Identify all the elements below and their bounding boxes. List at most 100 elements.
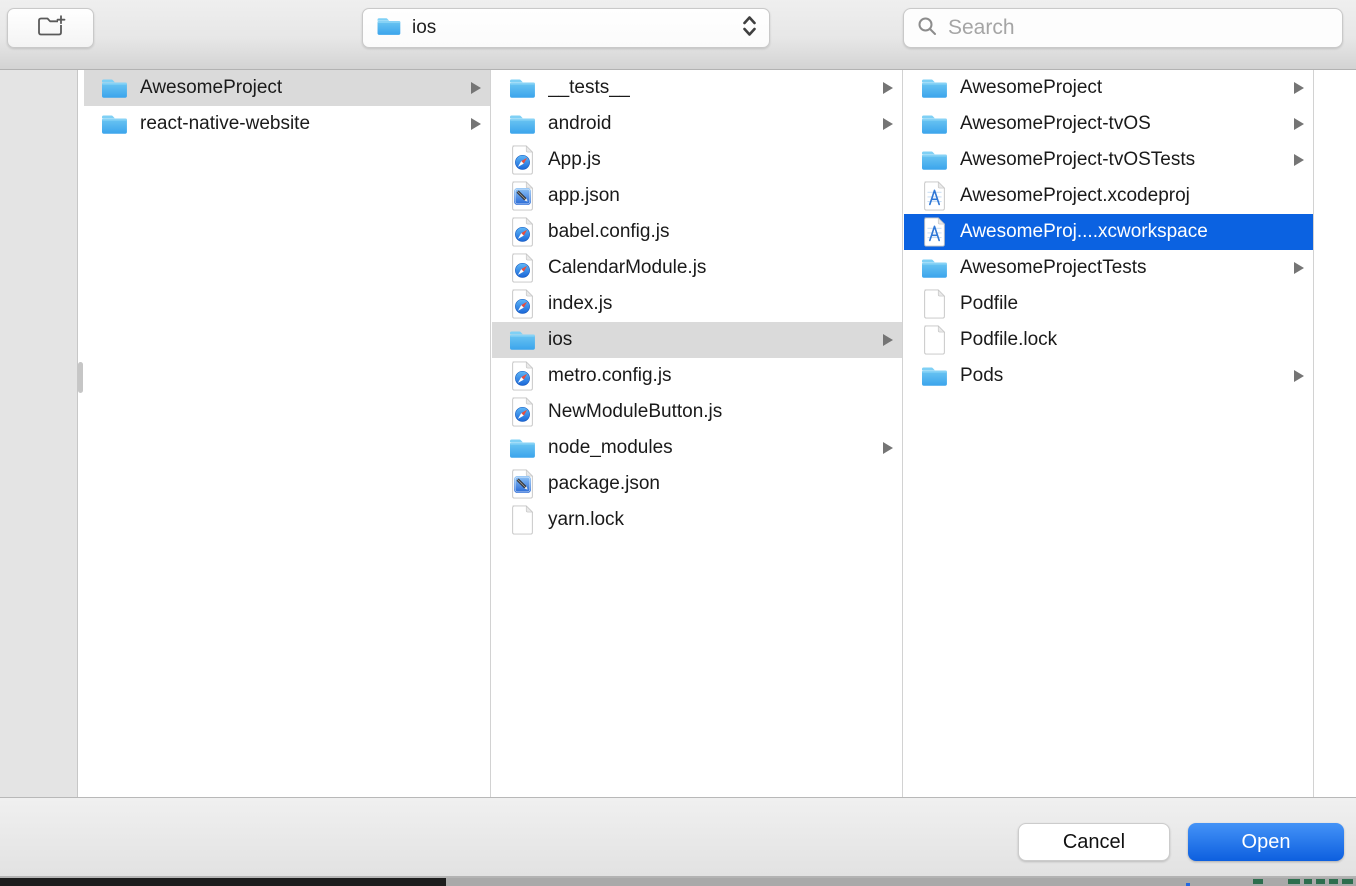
new-folder-button[interactable] [7,8,94,48]
dialog-footer: Cancel Open [0,797,1356,876]
folder-icon [507,72,537,104]
search-field[interactable] [903,8,1343,48]
js-icon [507,252,537,284]
file-name: node_modules [548,437,673,459]
file-name: app.json [548,185,620,207]
folder-icon [919,108,949,140]
search-icon [916,15,938,42]
file-name: package.json [548,473,660,495]
column-2: __tests__android App.js app.json babel.conf… [492,70,903,797]
disclosure-arrow-icon [883,118,893,130]
file-name: AwesomeProject [140,77,282,99]
js-icon [507,396,537,428]
folder-row[interactable]: __tests__ [492,70,902,106]
xcode-icon [919,180,949,212]
folder-icon [99,108,129,140]
xcode-icon [919,216,949,248]
file-row[interactable]: index.js [492,286,902,322]
file-row[interactable]: metro.config.js [492,358,902,394]
folder-icon [507,108,537,140]
disclosure-arrow-icon [471,82,481,94]
file-name: CalendarModule.js [548,257,706,279]
folder-row[interactable]: node_modules [492,430,902,466]
disclosure-arrow-icon [883,334,893,346]
dialog-toolbar: ios [0,0,1356,70]
json-icon [507,468,537,500]
column-3: AwesomeProject AwesomeProject-tvOS Awesome… [904,70,1314,797]
file-row[interactable]: Podfile [904,286,1313,322]
location-dropdown-value: ios [412,17,742,39]
file-name: AwesomeProj....xcworkspace [960,221,1208,243]
file-name: __tests__ [548,77,630,99]
folder-icon [375,15,402,42]
disclosure-arrow-icon [883,442,893,454]
disclosure-arrow-icon [1294,154,1304,166]
file-row[interactable]: babel.config.js [492,214,902,250]
doc-icon [507,504,537,536]
folder-icon [507,324,537,356]
folder-row[interactable]: AwesomeProject [904,70,1313,106]
folder-icon [919,72,949,104]
file-row[interactable]: app.json [492,178,902,214]
open-button[interactable]: Open [1188,823,1344,861]
js-icon [507,144,537,176]
file-name: AwesomeProjectTests [960,257,1147,279]
folder-icon [919,360,949,392]
folder-row[interactable]: AwesomeProject-tvOSTests [904,142,1313,178]
doc-icon [919,324,949,356]
cancel-button[interactable]: Cancel [1018,823,1170,861]
file-row[interactable]: AwesomeProject.xcodeproj [904,178,1313,214]
file-name: App.js [548,149,601,171]
file-row[interactable]: package.json [492,466,902,502]
disclosure-arrow-icon [883,82,893,94]
disclosure-arrow-icon [1294,82,1304,94]
folder-row[interactable]: Pods [904,358,1313,394]
file-name: Pods [960,365,1003,387]
file-name: Podfile.lock [960,329,1057,351]
scrollbar-thumb[interactable] [78,362,83,393]
file-name: ios [548,329,572,351]
file-row[interactable]: CalendarModule.js [492,250,902,286]
js-icon [507,288,537,320]
file-row[interactable]: AwesomeProj....xcworkspace [904,214,1313,250]
background-window-strip [0,878,1356,886]
js-icon [507,216,537,248]
doc-icon [919,288,949,320]
file-name: Podfile [960,293,1018,315]
file-name: index.js [548,293,612,315]
sidebar-remnant [0,70,78,797]
folder-row[interactable]: AwesomeProjectTests [904,250,1313,286]
folder-icon [507,432,537,464]
file-row[interactable]: App.js [492,142,902,178]
disclosure-arrow-icon [471,118,481,130]
up-down-chevron-icon [742,14,757,43]
location-dropdown[interactable]: ios [362,8,770,48]
folder-row[interactable]: AwesomeProject [84,70,490,106]
file-name: metro.config.js [548,365,672,387]
disclosure-arrow-icon [1294,370,1304,382]
folder-icon [919,144,949,176]
file-row[interactable]: Podfile.lock [904,322,1313,358]
file-row[interactable]: NewModuleButton.js [492,394,902,430]
background-window-dark-edge [0,878,446,886]
file-name: AwesomeProject.xcodeproj [960,185,1190,207]
file-name: yarn.lock [548,509,624,531]
search-input[interactable] [946,15,1330,41]
file-name: NewModuleButton.js [548,401,722,423]
folder-row[interactable]: AwesomeProject-tvOS [904,106,1313,142]
file-name: AwesomeProject-tvOS [960,113,1151,135]
folder-icon [99,72,129,104]
file-row[interactable]: yarn.lock [492,502,902,538]
js-icon [507,360,537,392]
folder-icon [919,252,949,284]
folder-row[interactable]: react-native-website [84,106,490,142]
folder-row[interactable]: android [492,106,902,142]
column-browser: AwesomeProject react-native-website __tes… [0,70,1356,797]
file-name: react-native-website [140,113,310,135]
folder-row[interactable]: ios [492,322,902,358]
file-name: AwesomeProject-tvOSTests [960,149,1195,171]
new-folder-icon [35,13,67,44]
file-name: android [548,113,611,135]
disclosure-arrow-icon [1294,262,1304,274]
disclosure-arrow-icon [1294,118,1304,130]
